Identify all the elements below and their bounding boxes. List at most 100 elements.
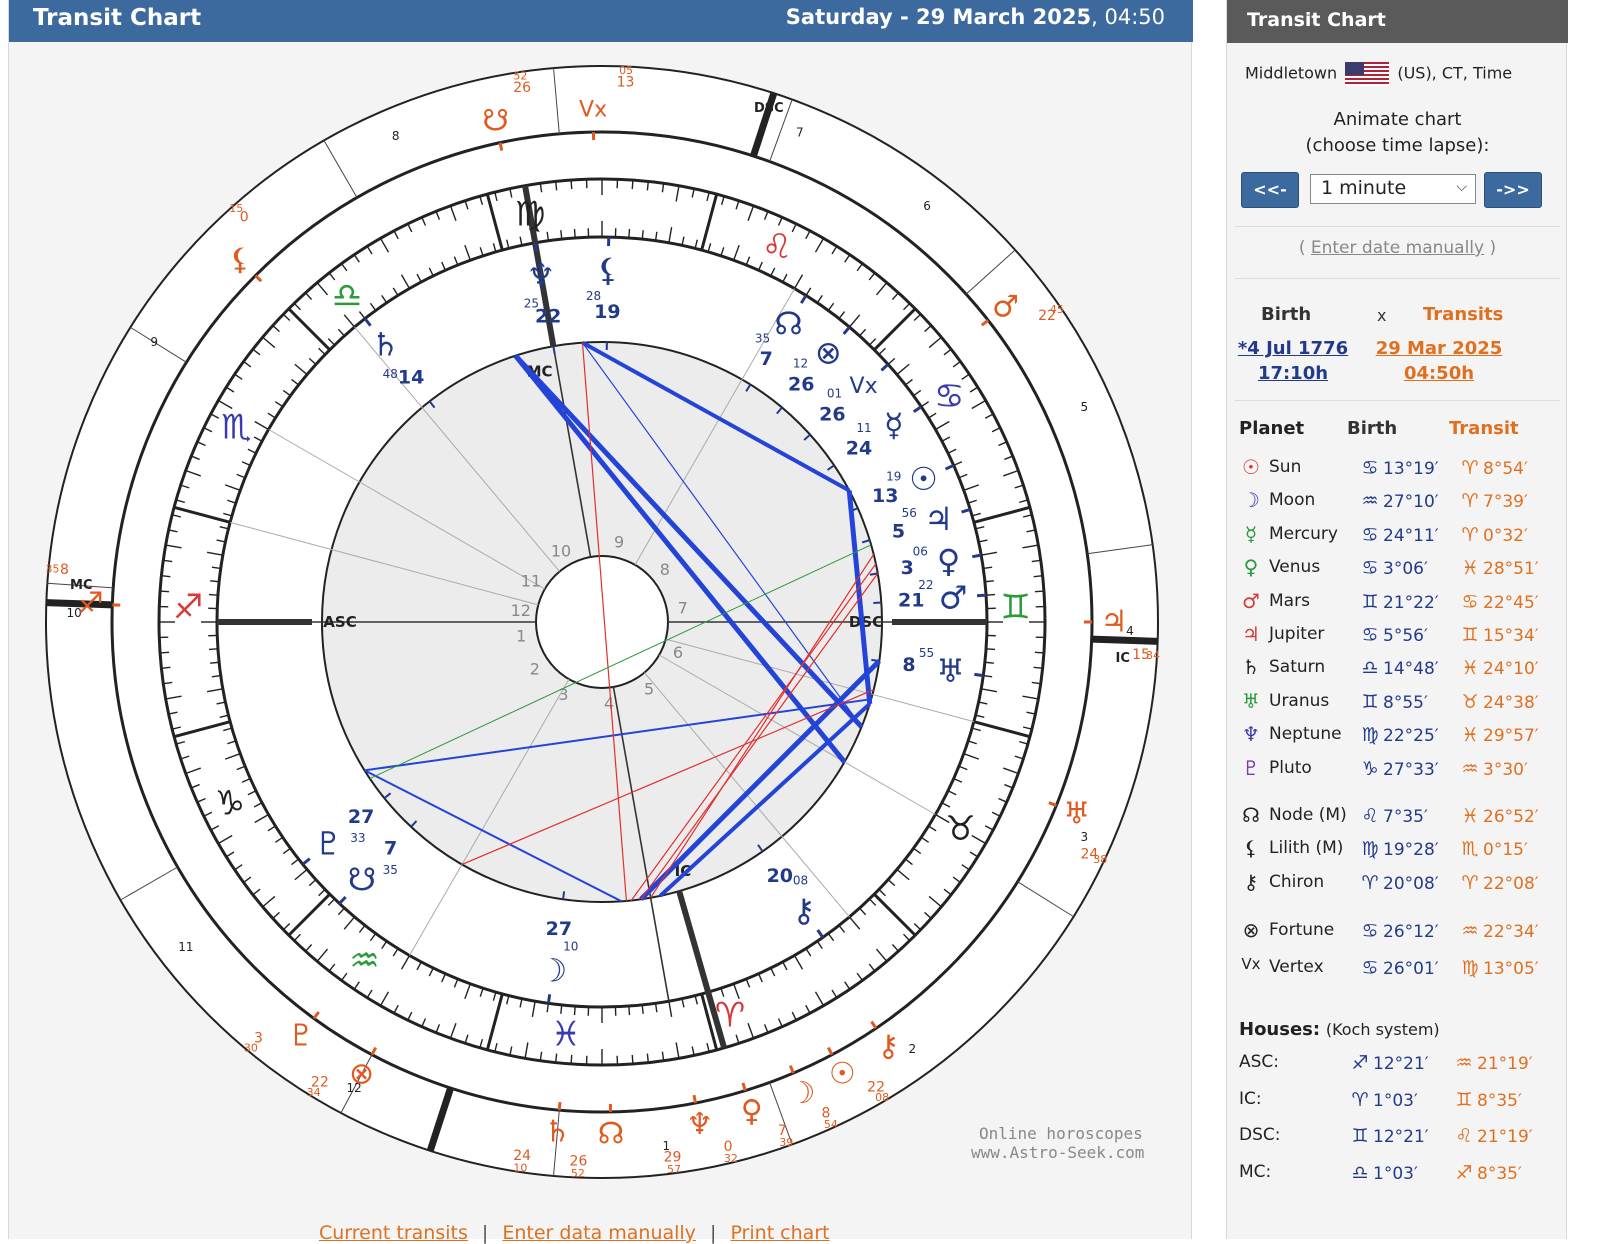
planet-row: VxVertex♋26°01′♍13°05′ [1239,955,1559,985]
natal-planet-degree: 19 [594,301,620,323]
transit-planet-minute: 10 [513,1161,527,1174]
transit-planet-icon: ☊ [598,1116,625,1151]
natal-planet-icon: ♆ [527,256,556,294]
birth-date-link[interactable]: *4 Jul 1776 17:10h [1227,336,1359,386]
next-time-button[interactable]: ->> [1484,172,1542,208]
zodiac-sign-icon: ♋ [934,377,964,417]
house-name: DSC: [1239,1125,1280,1145]
natal-planet-tick [535,243,537,252]
natal-planet-icon: ☊ [774,304,802,342]
natal-planet-degree: 27 [348,806,374,828]
planet-row: ♄Saturn♎14°48′♓24°10′ [1239,655,1559,685]
transit-position: ♏0°15′ [1457,838,1528,860]
degree-tick [571,180,572,189]
birth-position: ♋26°12′ [1357,920,1439,942]
transit-position: ♓28°51′ [1457,557,1539,579]
natal-planet-icon: ♅ [936,652,965,690]
transit-position: ♊8°35′ [1451,1089,1522,1111]
location: Middletown (US), CT, Time [1245,62,1512,86]
degree-tick [160,652,169,653]
transit-planet-icon: ☉ [829,1057,856,1092]
natal-house-number: 5 [644,680,654,699]
natal-planet-icon: ♃ [924,500,953,538]
divider [1235,278,1560,279]
transit-position: ♓24°10′ [1457,657,1539,679]
transit-position: ♈7°39′ [1457,490,1528,512]
planet-row: ♀Venus♋3°06′♓28°51′ [1239,555,1559,585]
time-lapse-select[interactable]: 1 minute ⌵ [1310,174,1476,204]
natal-house-number: 4 [604,694,614,713]
planet-glyph-icon: Vx [1239,955,1263,973]
planet-name: Lilith (M) [1269,838,1343,858]
degree-tick [571,1055,572,1064]
natal-planet-degree: 7 [384,838,397,860]
transit-planet-icon: ☽ [789,1076,816,1111]
birth-position: ♌7°35′ [1357,805,1428,827]
enter-date-manually-link[interactable]: Enter date manually [1311,238,1484,258]
planet-glyph-icon: ♃ [1239,622,1263,646]
birth-position: ♎1°03′ [1347,1162,1418,1184]
natal-aspect-tick [553,346,554,354]
transit-date-link[interactable]: 29 Mar 2025 04:50h [1371,336,1507,386]
natal-planet-icon: ⚷ [792,891,815,929]
natal-planet-minute: 25 [524,297,539,311]
degree-tick [210,581,219,582]
transit-planet-icon: ♇ [288,1019,315,1054]
chart-links: Current transits | Enter data manually |… [319,1222,830,1244]
chart-title: Transit Chart [33,5,201,31]
house-name: IC: [1239,1089,1262,1109]
natal-planet-icon: ☉ [909,460,938,498]
planet-row: ♃Jupiter♋5°56′♊15°34′ [1239,622,1559,652]
degree-tick [161,667,170,668]
natal-planet-minute: 01 [827,387,842,401]
birth-position: ♋3°06′ [1357,557,1428,579]
natal-planet-degree: 20 [767,865,793,887]
current-transits-link[interactable]: Current transits [319,1222,468,1244]
planet-row: ♅Uranus♊8°55′♉24°38′ [1239,689,1559,719]
print-chart-link[interactable]: Print chart [730,1222,829,1244]
degree-tick [1034,667,1043,668]
transit-planet-tick [500,143,502,151]
house-name: MC: [1239,1162,1271,1182]
transit-planet-icon: ☋ [482,104,509,139]
transit-planet-minute: 32 [724,1152,738,1165]
transit-planet-icon: ⊗ [349,1057,374,1092]
natal-planet-tick [548,994,549,1003]
birth-position: ♈1°03′ [1347,1089,1418,1111]
planet-glyph-icon: ♇ [1239,756,1263,780]
natal-planet-minute: 35 [383,863,398,877]
degree-tick [210,662,219,663]
transit-house-number: 5 [1081,400,1089,414]
natal-planet-minute: 10 [563,939,578,953]
transit-house-number: 9 [150,335,158,349]
animate-label: Animate chart [1227,107,1568,133]
natal-house-number: 2 [530,660,540,679]
transit-position: ♈8°54′ [1457,457,1528,479]
transit-planet-minute: 38 [1093,853,1107,866]
house-name: ASC: [1239,1052,1279,1072]
natal-planet-minute: 12 [793,356,808,370]
birth-position: ♑27°33′ [1357,758,1439,780]
transit-position: ♒21°19′ [1451,1052,1533,1074]
transit-position: ♉24°38′ [1457,691,1539,713]
planet-name: Vertex [1269,957,1324,977]
planet-glyph-icon: ☽ [1239,488,1263,512]
degree-tick [647,1054,648,1063]
degree-tick [986,649,995,650]
transit-planet-tick [694,1095,696,1103]
natal-planet-minute: 19 [886,470,901,484]
planet-name: Moon [1269,490,1315,510]
natal-planet-icon: ☽ [539,952,568,990]
prev-time-button[interactable]: <<- [1241,172,1299,208]
transit-planet-minute: 52 [513,70,527,83]
transit-planet-minute: 08 [875,1091,889,1104]
degree-tick [629,1006,630,1015]
watermark: Online horoscopes www.Astro-Seek.com [971,1124,1144,1162]
birth-position: ♋5°56′ [1357,624,1428,646]
birth-position: ♒27°10′ [1357,490,1439,512]
col-transit: Transit [1449,418,1519,439]
divider [1235,400,1560,401]
enter-data-link[interactable]: Enter data manually [502,1222,696,1244]
natal-planet-degree: 8 [902,654,915,676]
transit-planet-icon: ♀ [741,1094,763,1129]
